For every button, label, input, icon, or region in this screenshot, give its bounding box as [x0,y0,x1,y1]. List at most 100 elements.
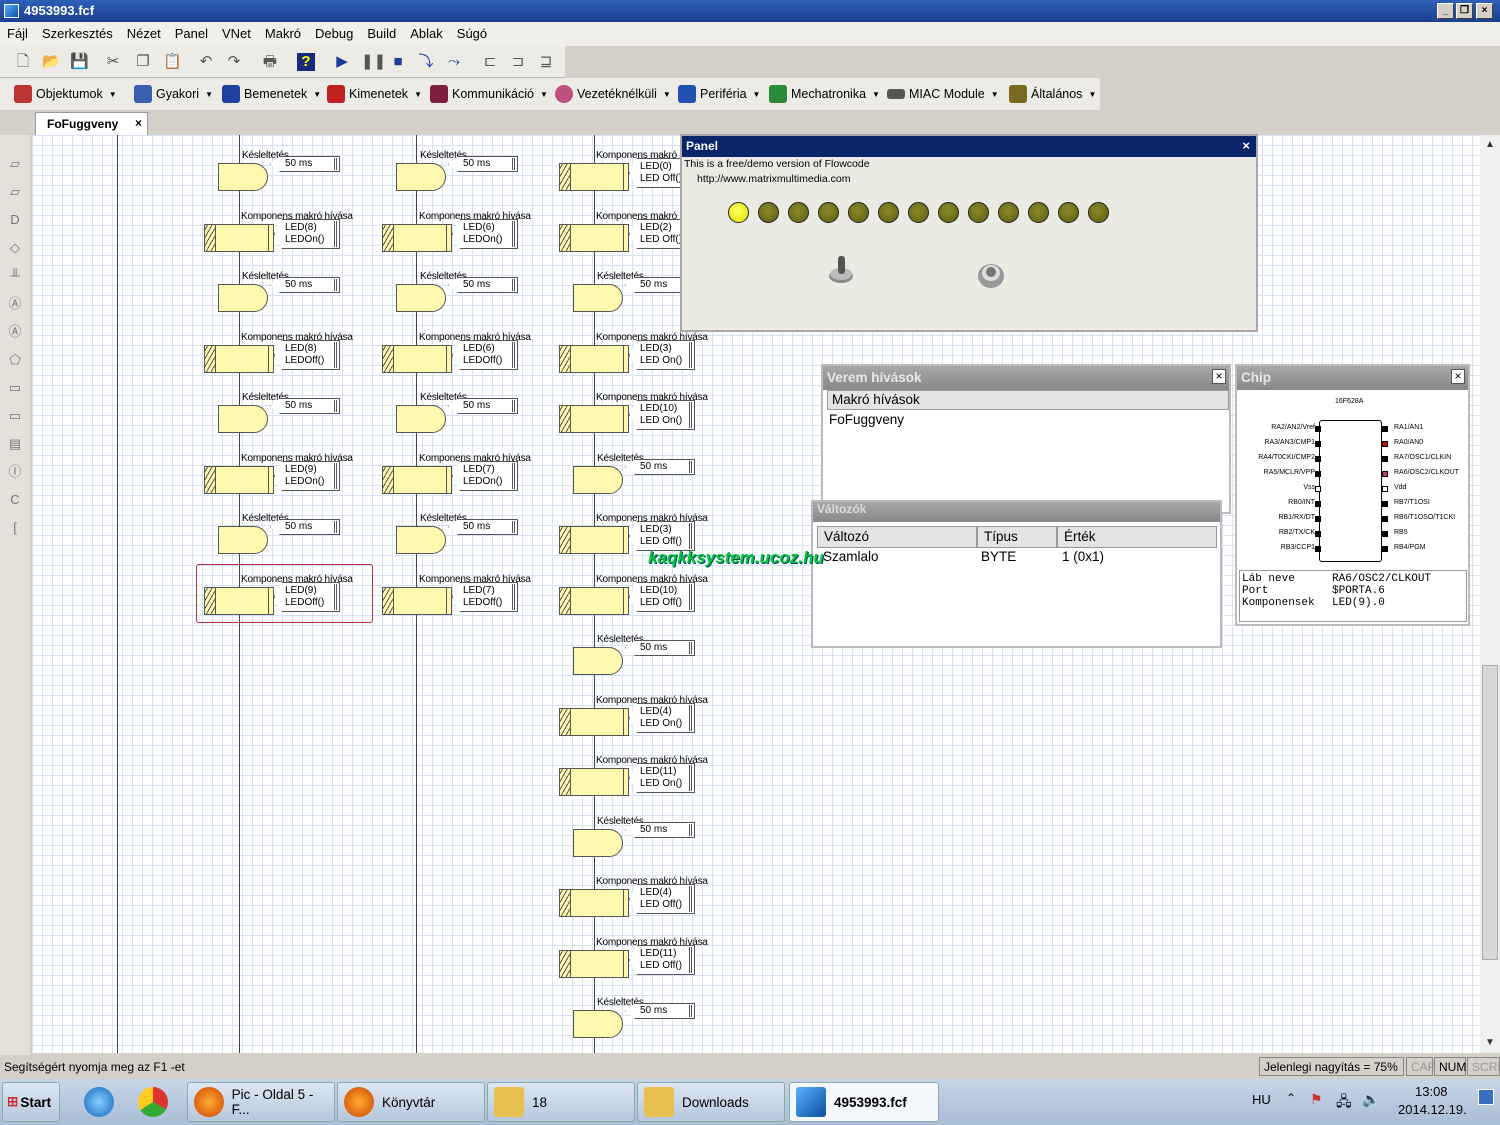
communication-menu[interactable]: Kommunikáció ▼ [430,84,548,104]
delay-icon[interactable]: D [6,211,24,229]
chip-close-icon[interactable]: × [1451,369,1465,384]
open-icon[interactable]: 📂 [42,53,61,71]
led-11[interactable] [1058,202,1079,223]
peripheral-menu[interactable]: Periféria ▼ [678,84,760,104]
miac-module-menu[interactable]: MIAC Module ▼ [887,84,999,104]
led-9[interactable] [998,202,1019,223]
chip-pin-right[interactable]: RA7/OSC1/CLKIN [1394,454,1451,461]
pause-icon[interactable]: ❚❚ [361,53,386,71]
close-button[interactable]: × [1476,3,1493,19]
menu-debug[interactable]: Debug [308,22,360,41]
chrome-button[interactable] [132,1082,184,1122]
chip-pin-right[interactable]: RB7/T1OSI [1394,499,1430,506]
restore-button[interactable]: ❐ [1456,3,1473,19]
call-stack-item[interactable]: FoFuggveny [829,412,904,427]
call-stack-close-icon[interactable]: × [1212,369,1226,384]
interrupt-icon[interactable]: Ⓘ [6,463,24,481]
string-icon[interactable]: ▤ [6,435,24,453]
flag-icon[interactable]: ⚑ [1310,1091,1323,1108]
loop-icon[interactable]: Ⓐ [6,295,24,313]
decision-icon[interactable]: ◇ [6,239,24,257]
cut-icon[interactable]: ✂ [104,53,122,71]
macro-icon[interactable]: ▭ [6,379,24,397]
copy-icon[interactable]: ❐ [134,53,152,71]
menu-vnet[interactable]: VNet [215,22,258,41]
goto-icon[interactable]: Ⓐ [6,323,24,341]
calculation-icon[interactable]: ▭ [6,407,24,425]
connection-icon[interactable]: ╨ [6,267,24,285]
chip-pin-right[interactable]: RB6/T1OSO/T1CKI [1394,514,1455,521]
panel-close-icon[interactable]: × [1242,138,1250,153]
menu-edit[interactable]: Szerkesztés [35,22,120,41]
taskbar-item-downloads[interactable]: Downloads [637,1082,785,1122]
chip-body[interactable] [1319,420,1382,562]
variable-name[interactable]: Szamlalo [823,549,879,564]
chip-pin-right[interactable]: RB5 [1394,529,1408,536]
chip-pin-left[interactable]: RA3/AN3/CMP1 [1237,439,1315,446]
led-0[interactable] [728,202,749,223]
common-menu[interactable]: Gyakori ▼ [134,84,213,104]
led-7[interactable] [938,202,959,223]
redo-icon[interactable]: ↷ [225,53,243,71]
objects-menu[interactable]: Objektumok ▼ [14,84,117,104]
led-3[interactable] [818,202,839,223]
chip-pin-left[interactable]: RA2/AN2/Vref [1237,424,1315,431]
taskbar-item-folder-18[interactable]: 18 [487,1082,635,1122]
chip-pin-left[interactable]: Vss [1237,484,1315,491]
chip-pin-left[interactable]: RB2/TX/CK [1237,529,1315,536]
scroll-down-icon[interactable]: ▼ [1483,1037,1497,1051]
stop-icon[interactable]: ■ [389,53,407,71]
led-12[interactable] [1088,202,1109,223]
component-macro-icon[interactable]: ⬠ [6,351,24,369]
chip-pin-left[interactable]: RB1/RX/DT [1237,514,1315,521]
led-4[interactable] [848,202,869,223]
taskbar-item-flowcode[interactable]: 4953993.fcf [789,1082,939,1122]
push-button-icon[interactable] [976,256,1006,290]
new-file-icon[interactable]: 🗋 [14,53,32,71]
toggle-switch-icon[interactable] [826,252,856,286]
chip-pin-left[interactable]: RA4/T0CKI/CMP2 [1237,454,1315,461]
inputs-menu[interactable]: Bemenetek ▼ [222,84,321,104]
chip-pin-right[interactable]: RB4/PGM [1394,544,1426,551]
outputs-menu[interactable]: Kimenetek ▼ [327,84,422,104]
vendor-url[interactable]: http://www.matrixmultimedia.com [697,173,850,185]
ie-button[interactable] [78,1082,130,1122]
mechatronics-menu[interactable]: Mechatronika ▼ [769,84,880,104]
chip-pin-right[interactable]: RA0/AN0 [1394,439,1423,446]
align-center-icon[interactable]: ⊐ [509,53,527,71]
tab-fofuggveny[interactable]: FoFuggveny × [35,112,148,135]
network-icon[interactable]: 🖧 [1336,1091,1352,1115]
taskbar-item-library[interactable]: Könyvtár [337,1082,485,1122]
chip-pin-right[interactable]: RA6/OSC2/CLKOUT [1394,469,1459,476]
minimize-button[interactable]: _ [1437,3,1454,19]
wireless-menu[interactable]: Vezetéknélküli ▼ [555,84,671,104]
scroll-up-icon[interactable]: ▲ [1483,139,1497,153]
chip-pin-right[interactable]: RA1/AN1 [1394,424,1423,431]
menu-file[interactable]: Fájl [0,22,35,41]
led-5[interactable] [878,202,899,223]
general-menu[interactable]: Általános ▼ [1009,84,1096,104]
chip-pin-left[interactable]: RB3/CCP1 [1237,544,1315,551]
align-right-icon[interactable]: ⊒ [537,53,555,71]
led-10[interactable] [1028,202,1049,223]
volume-icon[interactable]: 🔈 [1362,1091,1379,1108]
show-desktop-button[interactable] [1478,1089,1494,1105]
vertical-scrollbar[interactable]: ▲ ▼ [1480,135,1500,1053]
chip-pin-left[interactable]: RA5/MCLR/VPP [1237,469,1315,476]
help-icon[interactable]: ? [297,53,315,71]
output-icon[interactable]: ▱ [6,183,24,201]
start-button[interactable]: ⊞ Start [2,1082,60,1122]
led-8[interactable] [968,202,989,223]
tray-expand-icon[interactable]: ⌃ [1286,1091,1296,1105]
menu-panel[interactable]: Panel [168,22,215,41]
menu-macro[interactable]: Makró [258,22,308,41]
chip-pin-left[interactable]: RB0/INT [1237,499,1315,506]
paste-icon[interactable]: 📋 [163,53,182,71]
align-left-icon[interactable]: ⊏ [481,53,499,71]
taskbar-item-pic[interactable]: Pic - Oldal 5 - F... [187,1082,335,1122]
print-icon[interactable]: 🖶 [261,53,279,71]
undo-icon[interactable]: ↶ [197,53,215,71]
c-code-icon[interactable]: C [6,491,24,509]
step-over-icon[interactable]: ⤳ [445,53,463,71]
scroll-thumb[interactable] [1482,665,1498,960]
